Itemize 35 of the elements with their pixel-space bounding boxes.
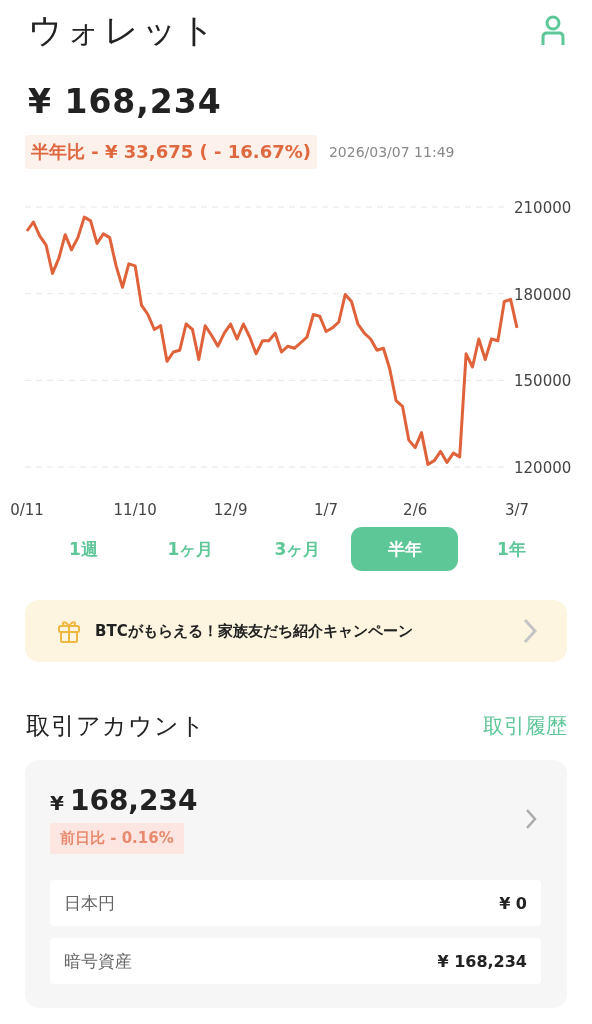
y-axis-label: 150000 (514, 372, 572, 391)
user-icon[interactable] (540, 15, 566, 47)
history-link[interactable]: 取引履歴 (483, 712, 567, 740)
y-axis-label: 210000 (514, 199, 572, 217)
x-axis-label: 0/11 (10, 501, 44, 519)
chevron-icon (525, 808, 537, 830)
period-tab[interactable]: 半年 (351, 527, 458, 571)
change-badge: 半年比 - ¥ 33,675 ( - 16.67%) (25, 135, 317, 169)
change-badge: 前日比 - 0.16% (50, 823, 184, 854)
period-tab[interactable]: 1ヶ月 (137, 527, 244, 571)
gift-icon (57, 618, 81, 644)
balance-amount: ¥ 168,234 (28, 82, 223, 121)
banner-text: BTCがもらえる！家族友だち紹介キャンペーン (95, 621, 414, 641)
y-axis-label: 120000 (514, 459, 572, 477)
asset-value: ¥ 168,234 (437, 951, 527, 971)
account-amount: 168,234 (69, 784, 198, 817)
asset-value: ¥ 0 (499, 893, 527, 913)
chevron-icon (523, 618, 537, 644)
currency-symbol: ¥ (50, 791, 64, 815)
x-axis-label: 11/10 (113, 501, 157, 519)
asset-label: 日本円 (64, 891, 115, 915)
x-axis-label: 12/9 (213, 501, 248, 519)
x-axis-label: 2/6 (403, 501, 428, 519)
y-axis-label: 180000 (514, 285, 572, 304)
x-axis-label: 3/7 (504, 501, 530, 519)
period-tab[interactable]: 1年 (458, 527, 565, 571)
period-tab[interactable]: 3ヶ月 (244, 527, 351, 571)
x-axis-label: 1/7 (314, 501, 339, 519)
period-tab[interactable]: 1週 (30, 527, 137, 571)
timestamp: 2026/03/07 11:49 (328, 144, 455, 160)
section-title: 取引アカウント (26, 711, 206, 742)
account-card[interactable]: ¥ 168,234 前日比 - 0.16% 日本円 ¥ 0 暗号資産 ¥ 168,234 (25, 760, 567, 1008)
campaign-banner[interactable]: BTCがもらえる！家族友だち紹介キャンペーン (25, 600, 567, 662)
page-title: ウォレット (28, 9, 218, 52)
asset-label: 暗号資産 (64, 949, 132, 973)
